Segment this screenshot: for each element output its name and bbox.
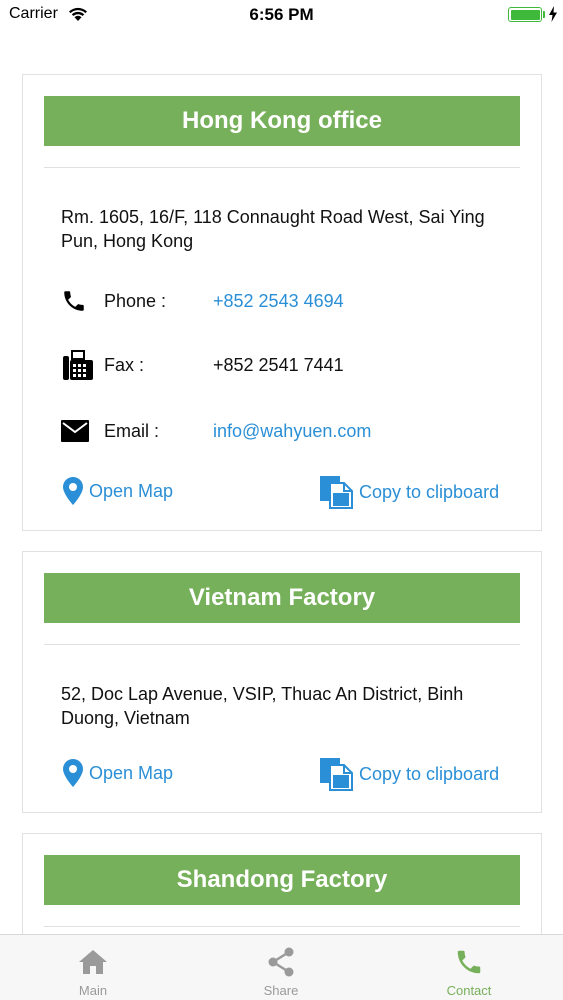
address-text: Rm. 1605, 16/F, 118 Connaught Road West,…: [61, 207, 485, 251]
charging-bolt-icon: [549, 6, 557, 22]
phone-icon: [61, 285, 97, 317]
status-time: 6:56 PM: [249, 5, 314, 24]
battery-icon: [508, 7, 542, 22]
fax-label: Fax :: [104, 354, 145, 375]
fax-value: +852 2541 7441: [213, 354, 344, 375]
open-map-button[interactable]: Open Map: [63, 759, 173, 787]
copy-to-clipboard-button[interactable]: Copy to clipboard: [319, 475, 499, 509]
card-title: Vietnam Factory: [44, 573, 520, 623]
copy-to-clipboard-button[interactable]: Copy to clipboard: [319, 757, 499, 791]
tab-label: Share: [263, 983, 299, 998]
phone-link[interactable]: +852 2543 4694: [213, 291, 344, 312]
card-title: Hong Kong office: [44, 96, 520, 146]
divider: [44, 926, 520, 927]
email-link[interactable]: info@wahyuen.com: [213, 421, 371, 442]
battery-tip: [543, 11, 545, 18]
phone-row: Phone : +852 2543 4694: [61, 285, 501, 317]
open-map-label: Open Map: [89, 480, 174, 501]
office-card-vietnam: Vietnam Factory 52, Doc Lap Avenue, VSIP…: [22, 551, 542, 813]
fax-row: Fax : +852 2541 7441: [61, 349, 501, 381]
envelope-icon: [61, 415, 97, 447]
divider: [44, 644, 520, 645]
tab-share[interactable]: Share: [221, 935, 341, 1000]
divider: [44, 167, 520, 168]
tab-bar: Main Share Contact: [0, 934, 563, 1000]
phone-label: Phone :: [104, 290, 167, 311]
map-pin-icon: [63, 477, 83, 505]
copy-label: Copy to clipboard: [359, 481, 500, 502]
copy-label: Copy to clipboard: [359, 763, 500, 784]
map-pin-icon: [63, 759, 83, 787]
status-bar: Carrier 6:56 PM: [0, 0, 563, 30]
clipboard-icon: [320, 758, 353, 791]
tab-label: Main: [78, 983, 108, 998]
fax-icon: [61, 349, 97, 381]
share-icon: [266, 947, 296, 977]
address-text: 52, Doc Lap Avenue, VSIP, Thuac An Distr…: [61, 684, 464, 728]
office-card-hong-kong: Hong Kong office Rm. 1605, 16/F, 118 Con…: [22, 74, 542, 531]
home-icon: [78, 947, 108, 977]
phone-icon: [454, 947, 484, 977]
tab-contact[interactable]: Contact: [409, 935, 529, 1000]
email-row: Email : info@wahyuen.com: [61, 415, 501, 447]
open-map-button[interactable]: Open Map: [63, 477, 173, 505]
tab-label: Contact: [446, 983, 492, 998]
tab-main[interactable]: Main: [33, 935, 153, 1000]
clipboard-icon: [320, 476, 353, 509]
email-label: Email :: [104, 420, 160, 441]
card-title: Shandong Factory: [44, 855, 520, 905]
open-map-label: Open Map: [89, 762, 174, 783]
